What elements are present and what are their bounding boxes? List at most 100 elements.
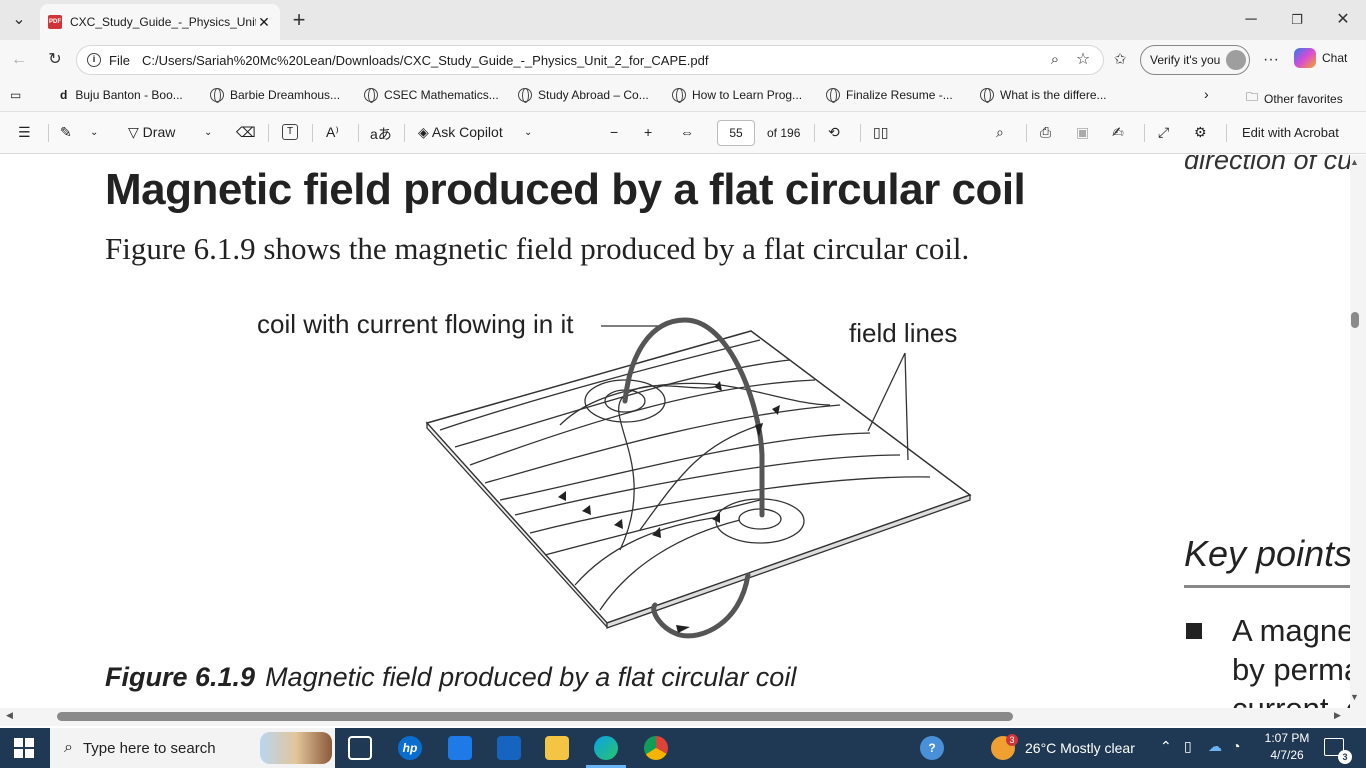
chrome-icon[interactable]: [644, 736, 668, 760]
globe-icon: [364, 88, 378, 103]
highlight-icon[interactable]: ✎: [60, 124, 72, 141]
address-bar-row: ← ↻ i File C:/Users/Sariah%20Mc%20Lean/D…: [0, 40, 1366, 80]
key-points-rule: [1184, 585, 1350, 588]
pdf-toolbar: ☰ ✎ ⌄ ▽ Draw ⌄ ⌫ T A⁾ aあ ◈ Ask Copilot ⌄…: [0, 112, 1366, 154]
back-icon[interactable]: ←: [4, 48, 34, 72]
draw-icon: ▽: [128, 124, 139, 140]
url-field[interactable]: i File C:/Users/Sariah%20Mc%20Lean/Downl…: [76, 45, 1104, 75]
bookmark-item[interactable]: How to Learn Prog...: [672, 88, 802, 103]
close-tab-icon[interactable]: ✕: [256, 14, 272, 31]
scroll-down-icon[interactable]: ▼: [1350, 692, 1359, 702]
windows-start-icon[interactable]: [14, 738, 34, 758]
taskbar-search[interactable]: ⌕ Type here to search: [50, 728, 335, 768]
save-as-icon[interactable]: ✍: [1112, 124, 1124, 141]
favorite-star-icon[interactable]: ☆: [1068, 48, 1098, 72]
contents-icon[interactable]: ☰: [18, 124, 31, 141]
chat-button[interactable]: Chat: [1294, 48, 1347, 68]
hp-icon[interactable]: hp: [398, 736, 422, 760]
favorites-icon[interactable]: ✩: [1105, 48, 1135, 72]
scroll-up-icon[interactable]: ▲: [1350, 157, 1359, 167]
eraser-icon[interactable]: ⌫: [236, 124, 256, 141]
copilot-icon: [1294, 48, 1316, 68]
page-number-input[interactable]: 55: [717, 120, 755, 146]
chat-label: Chat: [1322, 51, 1348, 65]
bookmarks-bar: ▭ d Buju Banton - Boo... Barbie Dreamhous…: [0, 80, 1366, 112]
weather-badge: 3: [1006, 734, 1018, 746]
zoom-out-icon[interactable]: −: [610, 124, 618, 140]
clock-time[interactable]: 1:07 PM: [1262, 731, 1312, 745]
rotate-icon[interactable]: ⟲: [828, 124, 840, 141]
browser-tab[interactable]: PDF CXC_Study_Guide_-_Physics_Unit_2 ✕: [40, 4, 280, 40]
globe-icon: [210, 88, 224, 103]
other-favorites[interactable]: 🗀 Other favorites: [1246, 88, 1343, 109]
outlook-icon[interactable]: [497, 736, 521, 760]
notification-count: 3: [1338, 750, 1352, 764]
bookmark-item[interactable]: Barbie Dreamhous...: [210, 88, 340, 103]
clock-date[interactable]: 4/7/26: [1262, 748, 1312, 762]
read-aloud-icon[interactable]: A⁾: [326, 124, 339, 141]
reading-mode-icon[interactable]: ▭: [10, 88, 21, 102]
new-tab-icon[interactable]: +: [284, 8, 314, 32]
dropbox-icon[interactable]: [448, 736, 472, 760]
bookmark-item[interactable]: CSEC Mathematics...: [364, 88, 499, 103]
device-icon[interactable]: ▯: [1184, 738, 1192, 755]
page-total: of 196: [767, 126, 801, 140]
scroll-left-icon[interactable]: ◀: [6, 710, 13, 721]
chevron-down-icon[interactable]: ⌄: [524, 127, 532, 138]
arrowhead: [676, 625, 690, 633]
weather-text[interactable]: 26°C Mostly clear: [1025, 740, 1135, 756]
draw-button[interactable]: ▽ Draw: [128, 124, 175, 141]
onedrive-icon[interactable]: ☁: [1208, 738, 1222, 755]
avatar: [1226, 50, 1247, 70]
ask-copilot-button[interactable]: ◈ Ask Copilot: [418, 124, 503, 141]
chevron-down-icon[interactable]: ⌄: [90, 127, 98, 138]
figure-caption: Figure 6.1.9 Magnetic field produced by a…: [105, 662, 796, 693]
chevron-right-icon[interactable]: ›: [1204, 86, 1209, 102]
verify-button[interactable]: Verify it's you: [1140, 45, 1250, 75]
vertical-scrollbar[interactable]: [1350, 155, 1366, 708]
figure-caption-text: Magnetic field produced by a flat circul…: [265, 662, 797, 692]
globe-icon: [518, 88, 532, 103]
edit-with-acrobat-button[interactable]: Edit with Acrobat: [1242, 125, 1339, 140]
text-box-icon[interactable]: T: [282, 124, 298, 140]
settings-gear-icon[interactable]: ⚙: [1194, 124, 1207, 141]
bookmark-item[interactable]: Study Abroad – Co...: [518, 88, 649, 103]
file-explorer-icon[interactable]: [545, 736, 569, 760]
fit-width-icon[interactable]: ⇔: [680, 124, 694, 140]
chevron-up-icon[interactable]: ⌃: [1160, 738, 1172, 755]
copilot-icon: ◈: [418, 124, 429, 140]
bookmark-item[interactable]: What is the differe...: [980, 88, 1107, 103]
search-icon[interactable]: ⌕: [996, 124, 1004, 141]
save-icon[interactable]: ▣: [1076, 124, 1089, 141]
zoom-in-icon[interactable]: +: [644, 124, 652, 140]
url-scheme-label: File: [109, 52, 130, 68]
scroll-right-icon[interactable]: ▶: [1334, 710, 1341, 721]
refresh-icon[interactable]: ↻: [40, 48, 70, 72]
bookmark-item[interactable]: Finalize Resume -...: [826, 88, 953, 103]
close-window-icon[interactable]: ✕: [1328, 8, 1358, 32]
sidebar-text-fragment: direction of cu: [1184, 155, 1350, 175]
figure-number: Figure 6.1.9: [105, 662, 256, 692]
minimize-icon[interactable]: ─: [1236, 8, 1266, 32]
chevron-down-icon[interactable]: ⌄: [204, 127, 212, 138]
more-icon[interactable]: ···: [1256, 48, 1286, 72]
page-view-icon[interactable]: ▯▯: [873, 124, 888, 141]
print-icon[interactable]: ⎙: [1040, 124, 1051, 141]
key-point-text: current, e: [1232, 691, 1350, 708]
easter-eggs-icon: [260, 732, 332, 764]
fullscreen-icon[interactable]: ⤢: [1158, 124, 1169, 141]
wifi-icon[interactable]: ◔: [1232, 738, 1240, 754]
tab-list-chevron-icon[interactable]: ⌄: [4, 8, 34, 32]
zoom-icon[interactable]: ⌕: [1040, 48, 1070, 72]
task-view-icon[interactable]: [348, 736, 372, 760]
edge-icon[interactable]: [594, 736, 618, 760]
pdf-page: direction of cu Magnetic field produced …: [0, 155, 1350, 708]
restore-icon[interactable]: ❐: [1282, 8, 1312, 32]
translate-icon[interactable]: aあ: [370, 124, 392, 144]
info-icon[interactable]: i: [87, 53, 101, 67]
help-icon[interactable]: ?: [920, 736, 944, 760]
horizontal-scroll-thumb[interactable]: [57, 712, 1013, 721]
vertical-scroll-thumb[interactable]: [1351, 312, 1359, 328]
bookmark-item[interactable]: d Buju Banton - Boo...: [60, 88, 183, 102]
title-bar: ⌄ PDF CXC_Study_Guide_-_Physics_Unit_2 ✕…: [0, 0, 1366, 40]
